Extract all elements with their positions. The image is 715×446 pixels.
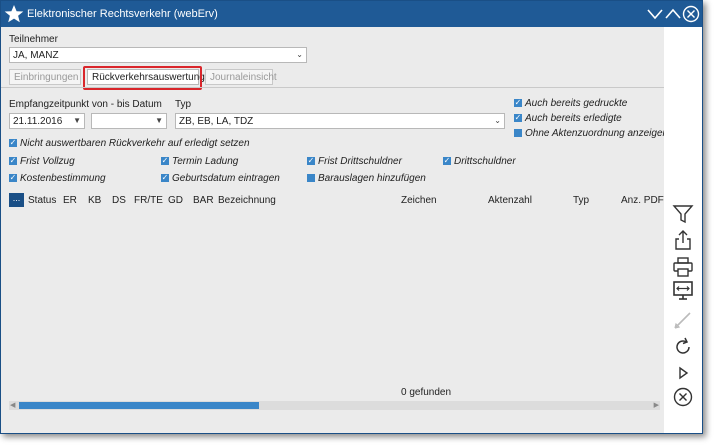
column-header-aktenzahl[interactable]: Aktenzahl bbox=[488, 195, 532, 206]
refresh-icon[interactable] bbox=[672, 336, 694, 358]
checkbox-drittschuldner[interactable]: Drittschuldner bbox=[443, 155, 516, 167]
checkbox-auch-gedruckte[interactable]: Auch bereits gedruckte bbox=[514, 97, 627, 109]
scroll-left-icon[interactable]: ◀ bbox=[10, 401, 15, 410]
horizontal-scrollbar[interactable]: ◀ ▶ bbox=[9, 401, 660, 410]
cancel-circle-icon[interactable] bbox=[672, 386, 694, 408]
checkbox-nicht-auswertbar[interactable]: Nicht auswertbaren Rückverkehr auf erled… bbox=[9, 137, 250, 149]
teilnehmer-select[interactable]: JA, MANZ ⌄ bbox=[9, 47, 307, 63]
close-circle-icon[interactable] bbox=[682, 5, 700, 23]
checkbox-barauslagen[interactable]: Barauslagen hinzufügen bbox=[307, 173, 426, 184]
chevron-down-icon: ▼ bbox=[155, 116, 163, 125]
column-menu-button[interactable]: ... bbox=[9, 193, 24, 207]
pencil-icon[interactable] bbox=[672, 309, 694, 331]
typ-value: ZB, EB, LA, TDZ bbox=[179, 116, 254, 127]
column-header-bezeichnung[interactable]: Bezeichnung bbox=[218, 195, 276, 206]
teilnehmer-label: Teilnehmer bbox=[9, 34, 58, 45]
scroll-right-icon[interactable]: ▶ bbox=[654, 401, 659, 410]
date-range-label: Empfangzeitpunkt von - bis Datum bbox=[9, 99, 162, 110]
result-count: 0 gefunden bbox=[401, 387, 452, 398]
app-window: Elektronischer Rechtsverkehr (webErv) Te… bbox=[0, 0, 703, 434]
column-header-zeichen[interactable]: Zeichen bbox=[401, 195, 437, 206]
chevron-down-icon[interactable] bbox=[646, 5, 664, 23]
scrollbar-thumb[interactable] bbox=[19, 402, 259, 409]
checkbox-frist-drittschuldner[interactable]: Frist Drittschuldner bbox=[307, 155, 402, 167]
teilnehmer-value: JA, MANZ bbox=[13, 50, 59, 61]
window-title: Elektronischer Rechtsverkehr (webErv) bbox=[27, 8, 218, 20]
column-header-bar[interactable]: BAR bbox=[193, 195, 214, 206]
star-icon bbox=[4, 5, 24, 23]
checkbox-ohne-aktenzuordnung[interactable]: Ohne Aktenzuordnung anzeigen bbox=[514, 128, 668, 139]
column-header-ds[interactable]: DS bbox=[112, 195, 126, 206]
chevron-down-icon: ▼ bbox=[73, 116, 81, 125]
column-header-er[interactable]: ER bbox=[63, 195, 77, 206]
column-header-status[interactable]: Status bbox=[28, 195, 56, 206]
checkbox-auch-erledigte[interactable]: Auch bereits erledigte bbox=[514, 112, 622, 124]
title-bar: Elektronischer Rechtsverkehr (webErv) bbox=[1, 1, 702, 27]
tab-journaleinsicht[interactable]: Journaleinsicht bbox=[205, 69, 277, 85]
typ-label: Typ bbox=[175, 99, 192, 110]
checkbox-geburtsdatum[interactable]: Geburtsdatum eintragen bbox=[161, 172, 280, 184]
checkbox-termin-ladung[interactable]: Termin Ladung bbox=[161, 155, 238, 167]
typ-select[interactable]: ZB, EB, LA, TDZ ⌄ bbox=[175, 113, 505, 129]
export-icon[interactable] bbox=[672, 229, 694, 251]
monitor-icon[interactable] bbox=[672, 280, 694, 302]
column-header-gd[interactable]: GD bbox=[168, 195, 183, 206]
column-header-typ[interactable]: Typ bbox=[573, 195, 589, 206]
date-to-picker[interactable]: ▼ bbox=[91, 113, 167, 129]
date-from-picker[interactable]: 21.11.2016 ▼ bbox=[9, 113, 85, 129]
checkbox-frist-vollzug[interactable]: Frist Vollzug bbox=[9, 155, 75, 167]
filter-icon[interactable] bbox=[672, 203, 694, 225]
printer-icon[interactable] bbox=[672, 256, 694, 278]
action-sidebar bbox=[664, 27, 702, 433]
date-from-value: 21.11.2016 bbox=[13, 116, 63, 127]
main-content: Teilnehmer JA, MANZ ⌄ Einbringungen Rück… bbox=[1, 27, 668, 433]
checkbox-kostenbestimmung[interactable]: Kostenbestimmung bbox=[9, 172, 106, 184]
chevron-up-icon[interactable] bbox=[664, 5, 682, 23]
play-icon[interactable] bbox=[672, 362, 694, 384]
chevron-down-icon: ⌄ bbox=[494, 116, 501, 125]
tab-divider bbox=[1, 87, 665, 88]
column-header-frte[interactable]: FR/TE bbox=[134, 195, 163, 206]
column-header-kb[interactable]: KB bbox=[88, 195, 101, 206]
chevron-down-icon: ⌄ bbox=[296, 50, 303, 59]
column-header-anz-pdf[interactable]: Anz. PDF bbox=[621, 195, 664, 206]
tab-einbringungen[interactable]: Einbringungen bbox=[9, 69, 81, 85]
